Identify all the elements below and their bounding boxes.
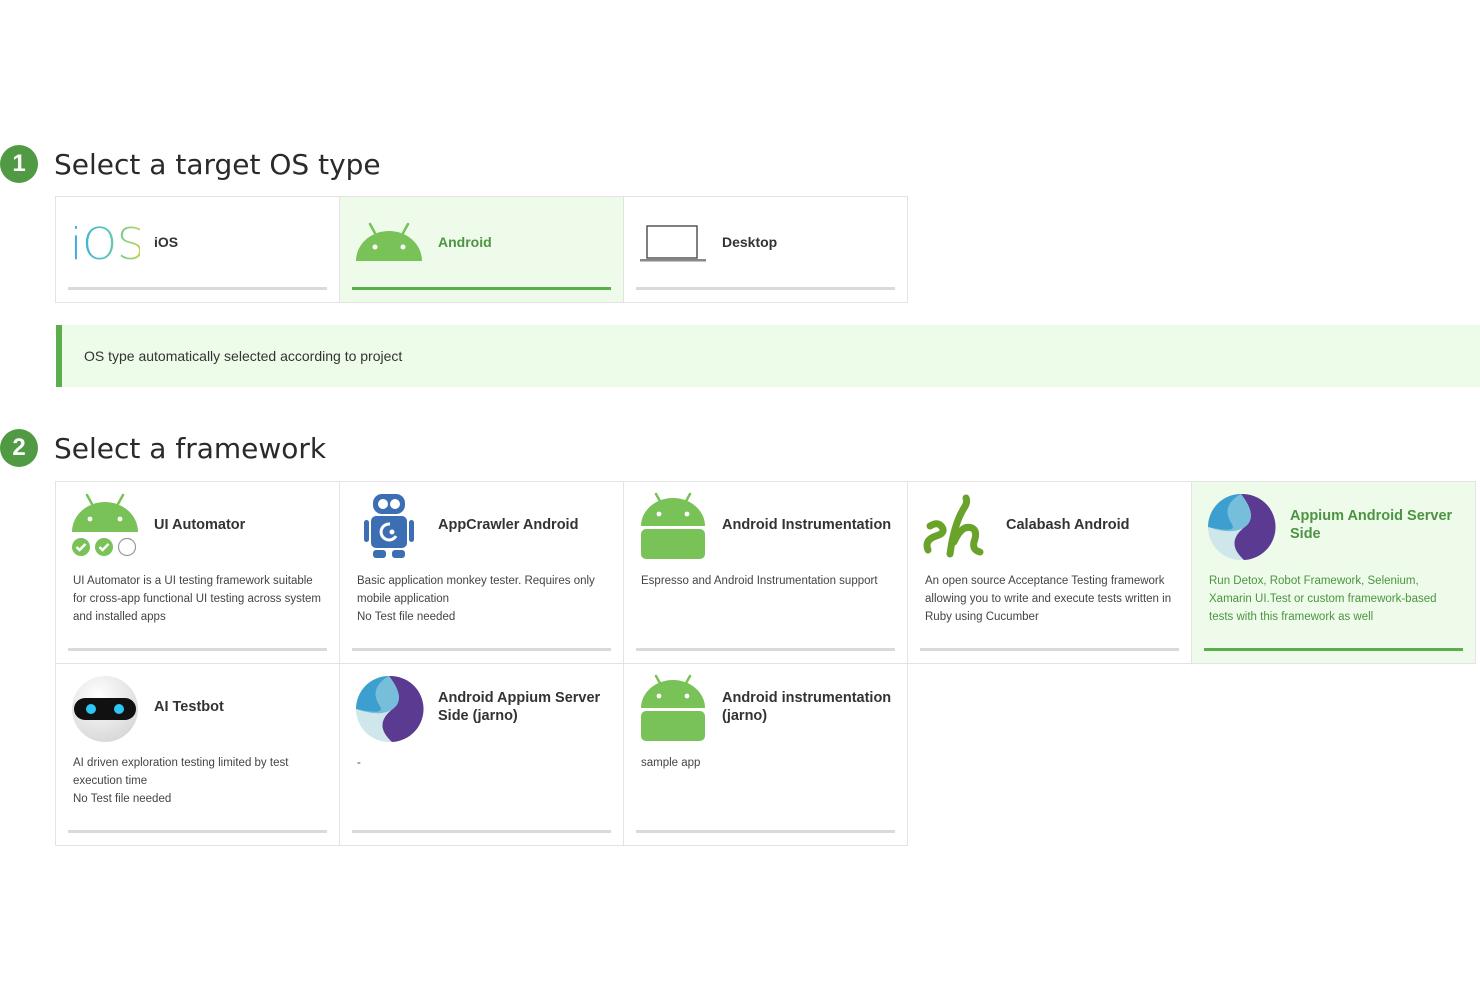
framework-card-appium-android-server-side[interactable]: Appium Android Server Side Run Detox, Ro… (1191, 481, 1476, 664)
calabash-icon (923, 494, 984, 558)
framework-card-ai-testbot[interactable]: AI Testbot AI driven exploration testing… (55, 663, 340, 846)
framework-name: AppCrawler Android (438, 517, 579, 533)
robot-icon (364, 494, 414, 558)
framework-card-android-appium-server-side-jarno[interactable]: Android Appium Server Side (jarno) - (339, 663, 624, 846)
selection-bar (68, 830, 327, 833)
framework-name: Android instrumentation (jarno) (722, 690, 892, 724)
selection-bar (68, 287, 327, 290)
framework-name: Android Instrumentation (722, 517, 892, 533)
framework-card-android-instrumentation[interactable]: Android Instrumentation Espresso and And… (623, 481, 908, 664)
framework-name: Appium Android Server Side (1290, 508, 1453, 542)
framework-name: AI Testbot (154, 699, 224, 715)
step-2-header: 2 Select a framework (0, 429, 326, 467)
framework-name: UI Automator (154, 517, 246, 533)
framework-description: AI driven exploration testing limited by… (73, 757, 289, 805)
selection-bar (636, 648, 895, 651)
appium-icon (356, 675, 424, 742)
banner-text: OS type automatically selected according… (84, 348, 403, 364)
os-name-desktop: Desktop (722, 234, 778, 250)
framework-description: - (357, 757, 361, 769)
framework-grid: UI Automator UI Automator is a UI testin… (55, 481, 1476, 846)
svg-text:iOS: iOS (70, 219, 140, 267)
framework-card-appcrawler-android[interactable]: AppCrawler Android Basic application mon… (339, 481, 624, 664)
selection-bar (352, 830, 611, 833)
os-name-ios: iOS (154, 234, 179, 250)
framework-description: Run Detox, Robot Framework, Selenium, Xa… (1209, 575, 1437, 623)
framework-name: Android Appium Server Side (jarno) (438, 690, 601, 724)
android-icon (641, 492, 705, 559)
framework-card-android-instrumentation-jarno[interactable]: Android instrumentation (jarno) sample a… (623, 663, 908, 846)
selection-bar (68, 648, 327, 651)
ios-logo-icon: iOS (70, 219, 140, 267)
selection-bar (636, 830, 895, 833)
os-card-ios[interactable]: iOS iOS (55, 196, 340, 303)
os-card-android[interactable]: Android (339, 196, 624, 303)
os-card-desktop[interactable]: Desktop (623, 196, 908, 303)
os-name-android: Android (438, 234, 492, 250)
android-checks-icon (72, 493, 138, 557)
laptop-icon (640, 225, 706, 262)
framework-description: An open source Acceptance Testing framew… (925, 575, 1172, 623)
framework-name: Calabash Android (1006, 517, 1130, 533)
selection-bar (920, 648, 1179, 651)
selection-bar (352, 287, 611, 290)
framework-description: Basic application monkey tester. Require… (357, 575, 595, 623)
step-1-number: 1 (0, 145, 38, 183)
step-2-title: Select a framework (54, 431, 327, 465)
os-type-grid: iOS iOS Android Desktop (55, 196, 908, 303)
selection-bar (352, 648, 611, 651)
selection-bar (636, 287, 895, 290)
android-logo-icon (356, 222, 422, 261)
step-1-header: 1 Select a target OS type (0, 145, 381, 183)
testbot-icon (72, 676, 138, 742)
os-auto-selected-banner: OS type automatically selected according… (56, 325, 1480, 387)
appium-icon (1208, 493, 1276, 560)
step-2-number: 2 (0, 429, 38, 467)
framework-card-calabash-android[interactable]: Calabash Android An open source Acceptan… (907, 481, 1192, 664)
selection-bar (1204, 648, 1463, 651)
framework-description: Espresso and Android Instrumentation sup… (641, 575, 878, 587)
framework-description: UI Automator is a UI testing framework s… (73, 575, 321, 623)
step-1-title: Select a target OS type (54, 147, 381, 181)
framework-card-ui-automator[interactable]: UI Automator UI Automator is a UI testin… (55, 481, 340, 664)
framework-description: sample app (641, 757, 701, 769)
android-icon (641, 674, 705, 741)
